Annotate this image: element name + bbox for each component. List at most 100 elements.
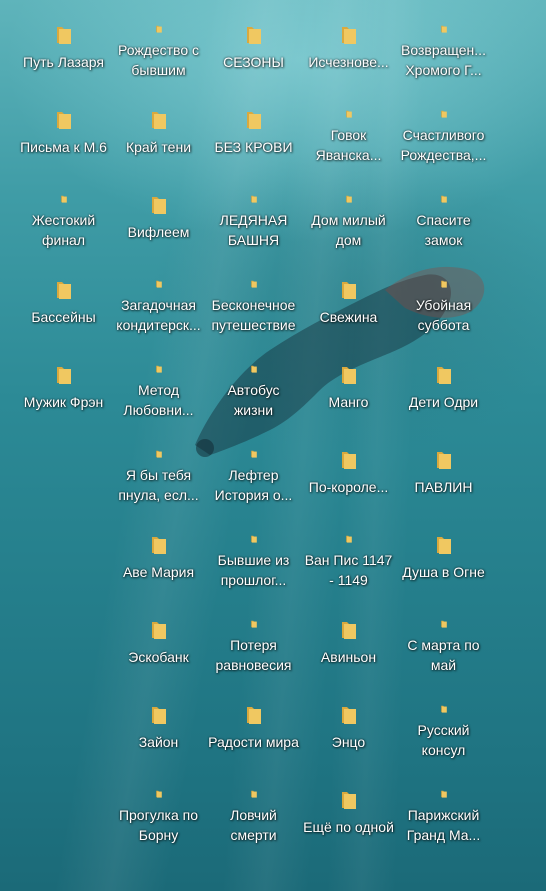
desktop-folder-item[interactable]: Метод Любовни... — [111, 340, 206, 420]
folder-icon — [155, 790, 162, 798]
desktop-folder-item[interactable]: Загадочная кондитерск... — [111, 255, 206, 335]
desktop-folder-item[interactable]: Дети Одри — [396, 340, 491, 420]
desktop-folder-item[interactable]: Письма к М.6 — [16, 85, 111, 165]
desktop-folder-item[interactable]: Убойная суббота — [396, 255, 491, 335]
folder-icon — [155, 450, 162, 458]
folder-label: Спасите замок — [416, 212, 471, 248]
desktop-folder-item[interactable]: Парижский Гранд Ма... — [396, 765, 491, 845]
desktop-folder-item[interactable]: Возвращен... Хромого Г... — [396, 0, 491, 80]
desktop-folder-item[interactable]: Душа в Огне — [396, 510, 491, 590]
folder-label: БЕЗ КРОВИ — [214, 139, 293, 155]
desktop-folder-item[interactable]: Аве Мария — [111, 510, 206, 590]
folder-label: ЛЕДЯНАЯ БАШНЯ — [219, 212, 288, 248]
folder-icon — [345, 535, 352, 543]
folder-label: Возвращен... Хромого Г... — [401, 42, 486, 78]
folder-label: Русский консул — [417, 722, 470, 758]
desktop-folder-item[interactable]: Эскобанк — [111, 595, 206, 675]
desktop-folder-item[interactable]: Рождество с бывшим — [111, 0, 206, 80]
desktop: Путь Лазаря Письма к М.6 Жестокий финал Бас… — [0, 0, 546, 891]
desktop-folder-item[interactable]: Энцо — [301, 680, 396, 760]
folder-label: Свежина — [319, 309, 378, 325]
folder-label: Энцо — [331, 734, 366, 750]
desktop-folder-item[interactable]: Потеря равновесия — [206, 595, 301, 675]
folder-label: Жестокий финал — [31, 212, 96, 248]
desktop-folder-item[interactable]: Счастливого Рождества,... — [396, 85, 491, 165]
folder-label: Зайон — [138, 734, 179, 750]
desktop-folder-item[interactable]: С марта по май — [396, 595, 491, 675]
desktop-folder-item[interactable]: Прогулка по Борну — [111, 765, 206, 845]
folder-icon — [341, 452, 356, 469]
desktop-folder-item[interactable]: Бассейны — [16, 255, 111, 335]
desktop-folder-item[interactable]: Ещё по одной — [301, 765, 396, 845]
folder-label: Парижский Гранд Ма... — [406, 807, 481, 843]
desktop-folder-item[interactable]: Русский консул — [396, 680, 491, 760]
folder-label: Лефтер История о... — [214, 467, 293, 503]
folder-label: Рождество с бывшим — [117, 42, 200, 78]
desktop-folder-item[interactable]: Дом милый дом — [301, 170, 396, 250]
folder-label: Ещё по одной — [303, 819, 394, 835]
folder-label: Дети Одри — [408, 394, 479, 410]
folder-label: Потеря равновесия — [215, 637, 292, 673]
folder-icon — [440, 195, 447, 203]
folder-icon — [151, 112, 166, 129]
desktop-folder-item[interactable]: Авиньон — [301, 595, 396, 675]
desktop-folder-item[interactable]: ПАВЛИН — [396, 425, 491, 505]
desktop-folder-item[interactable]: Свежина — [301, 255, 396, 335]
folder-label: Дом милый дом — [311, 212, 386, 248]
desktop-folder-item[interactable]: Говок Яванска... — [301, 85, 396, 165]
desktop-folder-item[interactable]: Ловчий смерти — [206, 765, 301, 845]
desktop-folder-item[interactable]: Автобус жизни — [206, 340, 301, 420]
folder-label: Путь Лазаря — [23, 54, 104, 70]
folder-icon — [440, 620, 447, 628]
folder-icon — [155, 365, 162, 373]
desktop-folder-item[interactable]: Край тени — [111, 85, 206, 165]
folder-label: Край тени — [125, 139, 192, 155]
desktop-folder-item[interactable]: Я бы тебя пнула, есл... — [111, 425, 206, 505]
desktop-folder-item[interactable]: Спасите замок — [396, 170, 491, 250]
folder-icon — [246, 27, 261, 44]
folder-label: С марта по май — [407, 637, 480, 673]
folder-icon — [56, 27, 71, 44]
folder-icon — [56, 282, 71, 299]
folder-label: Я бы тебя пнула, есл... — [118, 467, 199, 503]
folder-icon — [250, 790, 257, 798]
folder-label: Радости мира — [208, 734, 299, 750]
folder-icon — [436, 452, 451, 469]
folder-icon — [56, 367, 71, 384]
desktop-folder-item[interactable]: Мужик Фрэн — [16, 340, 111, 420]
desktop-folder-item[interactable]: БЕЗ КРОВИ — [206, 85, 301, 165]
desktop-folder-item[interactable]: Вифлеем — [111, 170, 206, 250]
folder-icon — [151, 707, 166, 724]
desktop-folder-item[interactable]: Бесконечное путешествие — [206, 255, 301, 335]
desktop-folder-item[interactable]: Жестокий финал — [16, 170, 111, 250]
folder-icon — [440, 25, 447, 33]
desktop-folder-item[interactable]: Путь Лазаря — [16, 0, 111, 80]
folder-icon — [345, 195, 352, 203]
folder-icon — [440, 705, 447, 713]
desktop-folder-item[interactable]: Манго — [301, 340, 396, 420]
folder-icon — [341, 622, 356, 639]
desktop-folder-item[interactable]: Лефтер История о... — [206, 425, 301, 505]
folder-icon — [250, 280, 257, 288]
desktop-folder-item[interactable]: Зайон — [111, 680, 206, 760]
folder-label: Эскобанк — [128, 649, 189, 665]
folder-icon — [341, 707, 356, 724]
folder-label: Ван Пис 1147 - 1149 — [304, 552, 393, 588]
desktop-folder-item[interactable]: Радости мира — [206, 680, 301, 760]
folder-label: Мужик Фрэн — [23, 394, 104, 410]
folder-icon — [60, 195, 67, 203]
folder-label: По-короле... — [308, 479, 389, 495]
folder-icon — [341, 282, 356, 299]
folder-label: Автобус жизни — [227, 382, 280, 418]
desktop-folder-item[interactable]: По-короле... — [301, 425, 396, 505]
desktop-folder-item[interactable]: ЛЕДЯНАЯ БАШНЯ — [206, 170, 301, 250]
desktop-folder-item[interactable]: СЕЗОНЫ — [206, 0, 301, 80]
desktop-folder-item[interactable]: Ван Пис 1147 - 1149 — [301, 510, 396, 590]
desktop-folder-item[interactable]: Исчезнове... — [301, 0, 396, 80]
folder-icon — [151, 537, 166, 554]
folder-icon — [250, 535, 257, 543]
folder-label: ПАВЛИН — [414, 479, 473, 495]
folder-icon — [151, 622, 166, 639]
folder-icon — [155, 280, 162, 288]
desktop-folder-item[interactable]: Бывшие из прошлог... — [206, 510, 301, 590]
